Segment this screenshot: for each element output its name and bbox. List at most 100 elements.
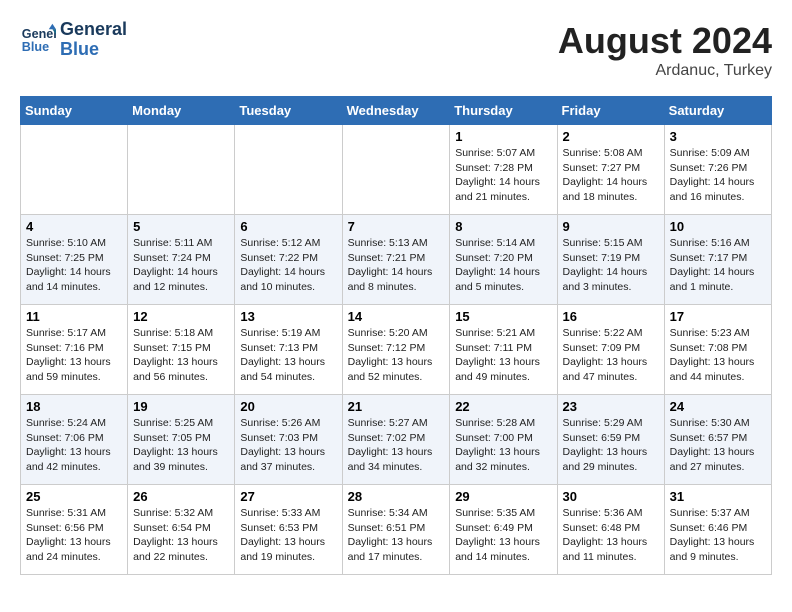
title-block: August 2024 Ardanuc, Turkey <box>558 20 772 80</box>
cell-content: Sunrise: 5:24 AMSunset: 7:06 PMDaylight:… <box>26 416 122 475</box>
day-number: 27 <box>240 489 336 504</box>
calendar-cell <box>235 125 342 215</box>
day-number: 25 <box>26 489 122 504</box>
cell-content: Sunrise: 5:10 AMSunset: 7:25 PMDaylight:… <box>26 236 122 295</box>
day-number: 10 <box>670 219 766 234</box>
calendar-table: SundayMondayTuesdayWednesdayThursdayFrid… <box>20 96 772 575</box>
calendar-cell: 18Sunrise: 5:24 AMSunset: 7:06 PMDayligh… <box>21 395 128 485</box>
calendar-cell: 13 Sunrise: 5:19 AMSunset: 7:13 PMDayligh… <box>235 305 342 395</box>
calendar-cell: 17 Sunrise: 5:23 AMSunset: 7:08 PMDayligh… <box>664 305 771 395</box>
day-number: 1 <box>455 129 551 144</box>
calendar-cell: 24 Sunrise: 5:30 AMSunset: 6:57 PMDayligh… <box>664 395 771 485</box>
cell-content: Sunrise: 5:31 AMSunset: 6:56 PMDaylight:… <box>26 506 122 565</box>
day-number: 13 <box>240 309 336 324</box>
calendar-cell: 8Sunrise: 5:14 AMSunset: 7:20 PMDaylight… <box>450 215 557 305</box>
week-row-4: 18Sunrise: 5:24 AMSunset: 7:06 PMDayligh… <box>21 395 772 485</box>
day-number: 6 <box>240 219 336 234</box>
cell-content: Sunrise: 5:34 AMSunset: 6:51 PMDaylight:… <box>348 506 445 565</box>
day-number: 19 <box>133 399 229 414</box>
cell-content: Sunrise: 5:33 AMSunset: 6:53 PMDaylight:… <box>240 506 336 565</box>
calendar-cell: 30 Sunrise: 5:36 AMSunset: 6:48 PMDayligh… <box>557 485 664 575</box>
calendar-cell: 22 Sunrise: 5:28 AMSunset: 7:00 PMDayligh… <box>450 395 557 485</box>
cell-content: Sunrise: 5:15 AMSunset: 7:19 PMDaylight:… <box>563 236 659 295</box>
calendar-cell <box>21 125 128 215</box>
cell-content: Sunrise: 5:12 AMSunset: 7:22 PMDaylight:… <box>240 236 336 295</box>
day-number: 2 <box>563 129 659 144</box>
cell-content: Sunrise: 5:18 AMSunset: 7:15 PMDaylight:… <box>133 326 229 385</box>
day-number: 17 <box>670 309 766 324</box>
calendar-cell: 2 Sunrise: 5:08 AMSunset: 7:27 PMDaylight… <box>557 125 664 215</box>
calendar-cell: 7 Sunrise: 5:13 AMSunset: 7:21 PMDaylight… <box>342 215 450 305</box>
day-number: 3 <box>670 129 766 144</box>
calendar-cell: 11Sunrise: 5:17 AMSunset: 7:16 PMDayligh… <box>21 305 128 395</box>
day-number: 22 <box>455 399 551 414</box>
calendar-cell: 27 Sunrise: 5:33 AMSunset: 6:53 PMDayligh… <box>235 485 342 575</box>
calendar-cell: 23Sunrise: 5:29 AMSunset: 6:59 PMDayligh… <box>557 395 664 485</box>
calendar-cell: 29 Sunrise: 5:35 AMSunset: 6:49 PMDayligh… <box>450 485 557 575</box>
calendar-cell: 28 Sunrise: 5:34 AMSunset: 6:51 PMDayligh… <box>342 485 450 575</box>
calendar-cell: 14Sunrise: 5:20 AMSunset: 7:12 PMDayligh… <box>342 305 450 395</box>
svg-text:Blue: Blue <box>22 40 49 54</box>
day-number: 4 <box>26 219 122 234</box>
calendar-cell: 10Sunrise: 5:16 AMSunset: 7:17 PMDayligh… <box>664 215 771 305</box>
day-number: 7 <box>348 219 445 234</box>
cell-content: Sunrise: 5:25 AMSunset: 7:05 PMDaylight:… <box>133 416 229 475</box>
cell-content: Sunrise: 5:35 AMSunset: 6:49 PMDaylight:… <box>455 506 551 565</box>
day-number: 16 <box>563 309 659 324</box>
logo: General Blue General Blue <box>20 20 127 60</box>
week-row-3: 11Sunrise: 5:17 AMSunset: 7:16 PMDayligh… <box>21 305 772 395</box>
calendar-cell: 12 Sunrise: 5:18 AMSunset: 7:15 PMDayligh… <box>128 305 235 395</box>
cell-content: Sunrise: 5:23 AMSunset: 7:08 PMDaylight:… <box>670 326 766 385</box>
cell-content: Sunrise: 5:36 AMSunset: 6:48 PMDaylight:… <box>563 506 659 565</box>
main-title: August 2024 <box>558 20 772 62</box>
calendar-cell: 21Sunrise: 5:27 AMSunset: 7:02 PMDayligh… <box>342 395 450 485</box>
calendar-cell <box>342 125 450 215</box>
calendar-cell: 19 Sunrise: 5:25 AMSunset: 7:05 PMDayligh… <box>128 395 235 485</box>
weekday-header-tuesday: Tuesday <box>235 97 342 125</box>
page-header: General Blue General Blue August 2024 Ar… <box>20 20 772 80</box>
day-number: 21 <box>348 399 445 414</box>
cell-content: Sunrise: 5:28 AMSunset: 7:00 PMDaylight:… <box>455 416 551 475</box>
week-row-1: 1 Sunrise: 5:07 AMSunset: 7:28 PMDaylight… <box>21 125 772 215</box>
cell-content: Sunrise: 5:09 AMSunset: 7:26 PMDaylight:… <box>670 146 766 205</box>
weekday-header-wednesday: Wednesday <box>342 97 450 125</box>
cell-content: Sunrise: 5:13 AMSunset: 7:21 PMDaylight:… <box>348 236 445 295</box>
cell-content: Sunrise: 5:29 AMSunset: 6:59 PMDaylight:… <box>563 416 659 475</box>
weekday-header-friday: Friday <box>557 97 664 125</box>
calendar-cell: 31 Sunrise: 5:37 AMSunset: 6:46 PMDayligh… <box>664 485 771 575</box>
week-row-2: 4 Sunrise: 5:10 AMSunset: 7:25 PMDaylight… <box>21 215 772 305</box>
day-number: 14 <box>348 309 445 324</box>
cell-content: Sunrise: 5:37 AMSunset: 6:46 PMDaylight:… <box>670 506 766 565</box>
cell-content: Sunrise: 5:21 AMSunset: 7:11 PMDaylight:… <box>455 326 551 385</box>
cell-content: Sunrise: 5:08 AMSunset: 7:27 PMDaylight:… <box>563 146 659 205</box>
cell-content: Sunrise: 5:07 AMSunset: 7:28 PMDaylight:… <box>455 146 551 205</box>
calendar-cell: 16Sunrise: 5:22 AMSunset: 7:09 PMDayligh… <box>557 305 664 395</box>
day-number: 29 <box>455 489 551 504</box>
day-number: 9 <box>563 219 659 234</box>
day-number: 30 <box>563 489 659 504</box>
calendar-cell: 26Sunrise: 5:32 AMSunset: 6:54 PMDayligh… <box>128 485 235 575</box>
calendar-cell: 3 Sunrise: 5:09 AMSunset: 7:26 PMDaylight… <box>664 125 771 215</box>
calendar-cell: 25 Sunrise: 5:31 AMSunset: 6:56 PMDayligh… <box>21 485 128 575</box>
calendar-cell: 6 Sunrise: 5:12 AMSunset: 7:22 PMDaylight… <box>235 215 342 305</box>
cell-content: Sunrise: 5:30 AMSunset: 6:57 PMDaylight:… <box>670 416 766 475</box>
logo-line1: General <box>60 20 127 40</box>
day-number: 15 <box>455 309 551 324</box>
calendar-cell: 4 Sunrise: 5:10 AMSunset: 7:25 PMDaylight… <box>21 215 128 305</box>
day-number: 12 <box>133 309 229 324</box>
logo-icon: General Blue <box>20 22 56 58</box>
calendar-cell: 9 Sunrise: 5:15 AMSunset: 7:19 PMDaylight… <box>557 215 664 305</box>
day-number: 28 <box>348 489 445 504</box>
weekday-header-sunday: Sunday <box>21 97 128 125</box>
day-number: 5 <box>133 219 229 234</box>
day-number: 24 <box>670 399 766 414</box>
cell-content: Sunrise: 5:19 AMSunset: 7:13 PMDaylight:… <box>240 326 336 385</box>
weekday-header-monday: Monday <box>128 97 235 125</box>
logo-line2: Blue <box>60 40 127 60</box>
day-number: 31 <box>670 489 766 504</box>
day-number: 8 <box>455 219 551 234</box>
weekday-header-thursday: Thursday <box>450 97 557 125</box>
calendar-cell: 5Sunrise: 5:11 AMSunset: 7:24 PMDaylight… <box>128 215 235 305</box>
day-number: 20 <box>240 399 336 414</box>
cell-content: Sunrise: 5:26 AMSunset: 7:03 PMDaylight:… <box>240 416 336 475</box>
